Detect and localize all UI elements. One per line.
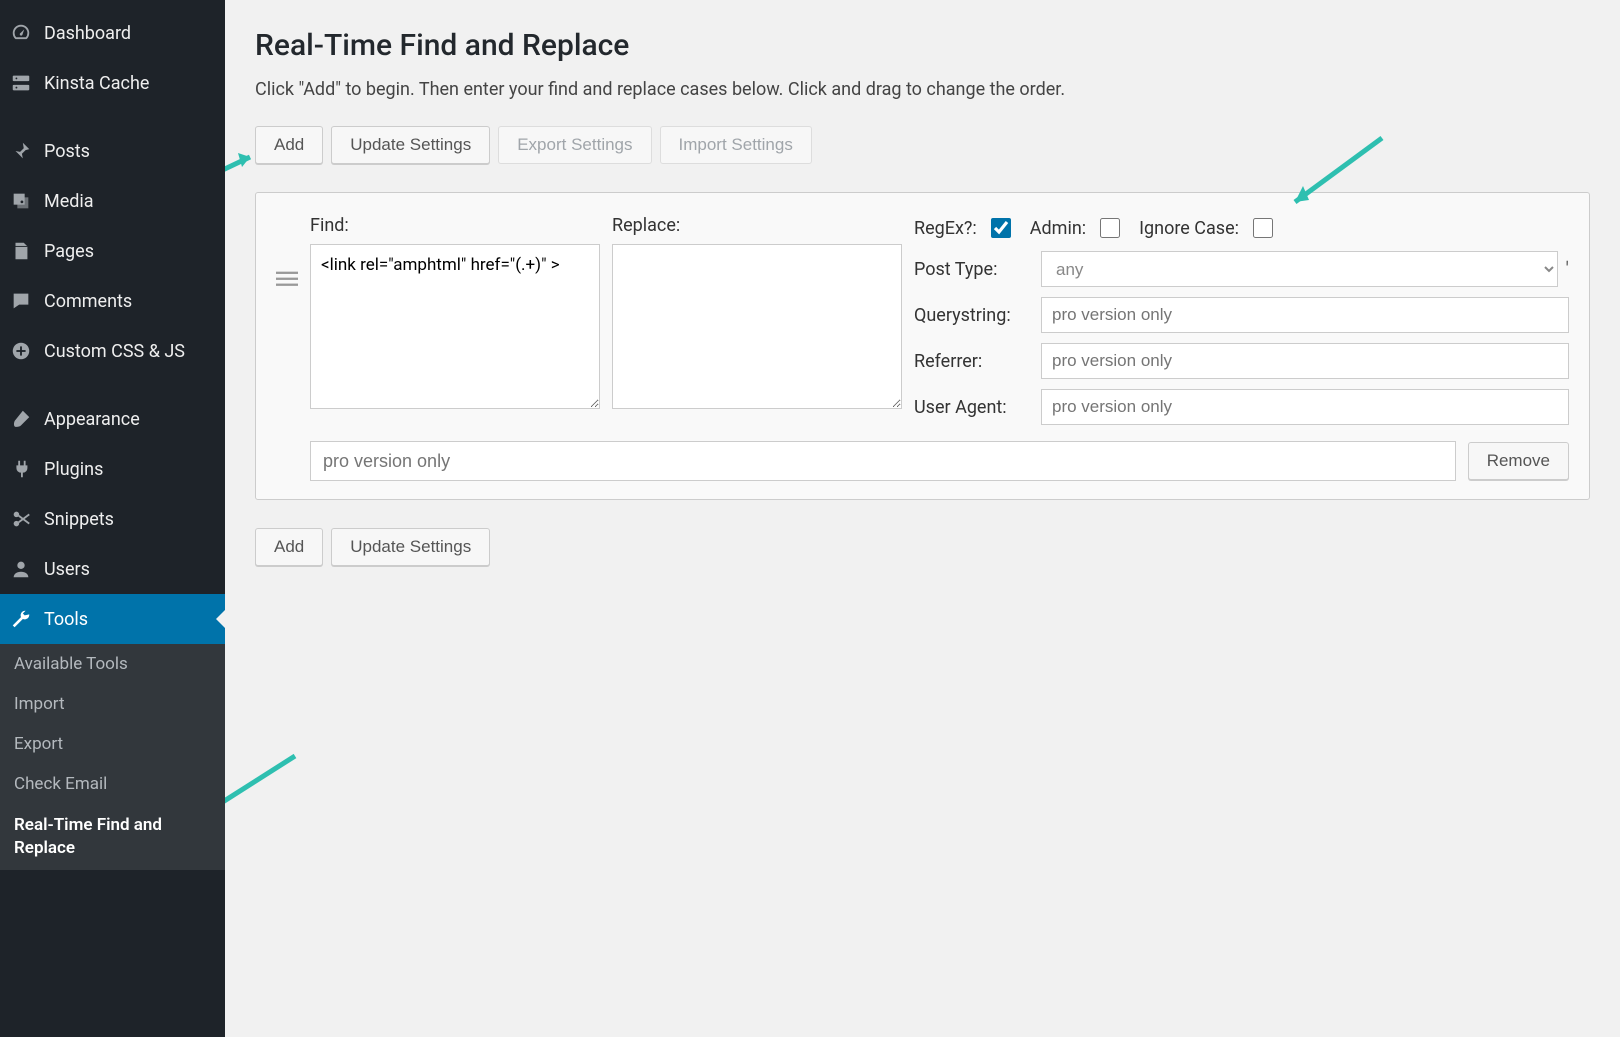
sidebar-item-label: Kinsta Cache	[44, 73, 215, 94]
sidebar-item-snippets[interactable]: Snippets	[0, 494, 225, 544]
ignorecase-checkbox[interactable]	[1253, 218, 1273, 238]
sidebar-item-label: Comments	[44, 291, 215, 312]
sidebar-item-label: Custom CSS & JS	[44, 341, 215, 362]
scissors-icon	[10, 508, 32, 530]
main-content: Real-Time Find and Replace Click "Add" t…	[225, 0, 1620, 1037]
menu-separator	[0, 376, 225, 394]
tools-submenu: Available ToolsImportExportCheck EmailRe…	[0, 644, 225, 870]
sidebar-item-kinsta[interactable]: Kinsta Cache	[0, 58, 225, 108]
querystring-input	[1041, 297, 1569, 333]
import-settings-button[interactable]: Import Settings	[660, 126, 812, 164]
remove-button[interactable]: Remove	[1468, 442, 1569, 480]
sidebar-item-comments[interactable]: Comments	[0, 276, 225, 326]
submenu-item[interactable]: Check Email	[0, 764, 225, 804]
admin-checkbox[interactable]	[1100, 218, 1120, 238]
plug-icon	[10, 458, 32, 480]
page-intro: Click "Add" to begin. Then enter your fi…	[255, 79, 1590, 100]
sidebar-item-label: Media	[44, 191, 215, 212]
user-icon	[10, 558, 32, 580]
notes-input	[310, 441, 1456, 481]
media-icon	[10, 190, 32, 212]
bottom-button-row: Add Update Settings	[255, 528, 1590, 566]
replace-label: Replace:	[612, 215, 902, 236]
page-title: Real-Time Find and Replace	[255, 28, 1590, 63]
brush-icon	[10, 408, 32, 430]
sidebar-item-label: Snippets	[44, 509, 215, 530]
find-label: Find:	[310, 215, 600, 236]
submenu-item[interactable]: Available Tools	[0, 644, 225, 684]
admin-sidebar: Dashboard Kinsta Cache Posts Media Pages Comm…	[0, 0, 225, 1037]
regex-checkbox[interactable]	[991, 218, 1011, 238]
useragent-input	[1041, 389, 1569, 425]
submenu-item[interactable]: Real-Time Find and Replace	[0, 804, 200, 870]
sidebar-item-label: Tools	[44, 609, 215, 630]
sidebar-item-appearance[interactable]: Appearance	[0, 394, 225, 444]
plus-circle-icon	[10, 340, 32, 362]
sidebar-item-plugins[interactable]: Plugins	[0, 444, 225, 494]
referrer-input	[1041, 343, 1569, 379]
sidebar-item-label: Users	[44, 559, 215, 580]
find-textarea[interactable]	[310, 244, 600, 409]
referrer-label: Referrer:	[914, 351, 1029, 372]
rule-box: Find: Replace: RegEx?: Admin:	[255, 192, 1590, 500]
admin-label: Admin:	[1030, 218, 1086, 239]
sidebar-item-label: Pages	[44, 241, 215, 262]
posttype-select[interactable]: any	[1041, 251, 1558, 287]
comment-icon	[10, 290, 32, 312]
menu-separator	[0, 108, 225, 126]
submenu-item[interactable]: Export	[0, 724, 225, 764]
posttype-label: Post Type:	[914, 259, 1029, 280]
useragent-label: User Agent:	[914, 397, 1029, 418]
sidebar-item-customcss[interactable]: Custom CSS & JS	[0, 326, 225, 376]
sidebar-item-label: Appearance	[44, 409, 215, 430]
querystring-label: Querystring:	[914, 305, 1029, 326]
update-settings-button-bottom[interactable]: Update Settings	[331, 528, 490, 566]
replace-textarea[interactable]	[612, 244, 902, 409]
posttype-trailing-quote: '	[1566, 257, 1570, 281]
submenu-item[interactable]: Import	[0, 684, 225, 724]
server-icon	[10, 72, 32, 94]
ignorecase-label: Ignore Case:	[1139, 218, 1239, 239]
regex-label: RegEx?:	[914, 218, 977, 239]
update-settings-button[interactable]: Update Settings	[331, 126, 490, 164]
export-settings-button[interactable]: Export Settings	[498, 126, 651, 164]
sidebar-item-media[interactable]: Media	[0, 176, 225, 226]
top-button-row: Add Update Settings Export Settings Impo…	[255, 126, 1590, 164]
pin-icon	[10, 140, 32, 162]
sidebar-item-pages[interactable]: Pages	[0, 226, 225, 276]
sidebar-item-label: Dashboard	[44, 23, 215, 44]
sidebar-item-dashboard[interactable]: Dashboard	[0, 8, 225, 58]
sidebar-item-posts[interactable]: Posts	[0, 126, 225, 176]
annotation-arrow-to-submenu	[225, 746, 330, 850]
drag-handle-icon[interactable]	[276, 270, 298, 292]
sidebar-item-label: Plugins	[44, 459, 215, 480]
add-button[interactable]: Add	[255, 126, 323, 164]
page-icon	[10, 240, 32, 262]
add-button-bottom[interactable]: Add	[255, 528, 323, 566]
gauge-icon	[10, 22, 32, 44]
sidebar-item-tools[interactable]: Tools	[0, 594, 225, 644]
wrench-icon	[10, 608, 32, 630]
sidebar-item-users[interactable]: Users	[0, 544, 225, 594]
sidebar-item-label: Posts	[44, 141, 215, 162]
